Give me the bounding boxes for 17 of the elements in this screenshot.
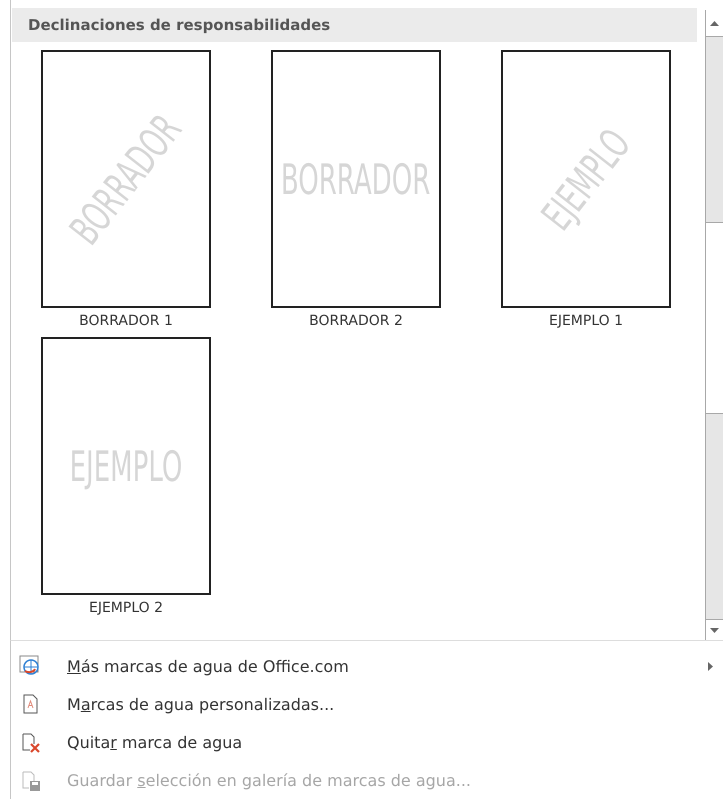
menu-label: Marcas de agua personalizadas...	[67, 694, 336, 714]
menu-item[interactable]: Más marcas de agua de Office.com	[11, 647, 723, 686]
thumbnail-label: EJEMPLO 2	[88, 599, 164, 618]
scroll-thumb[interactable]	[706, 222, 723, 414]
menu-label: Más marcas de agua de Office.com	[67, 656, 350, 676]
thumbnail-label: EJEMPLO 1	[548, 312, 624, 331]
scroll-up-icon[interactable]	[710, 20, 719, 26]
scrollbar[interactable]	[705, 10, 723, 640]
gallery-heading: Declinaciones de responsabilidades	[12, 8, 697, 42]
menu-item[interactable]: Quitar marca de agua	[11, 724, 723, 762]
menu-label: Guardar selección en galería de marcas de agua...	[67, 771, 472, 790]
scroll-down-icon[interactable]	[710, 628, 719, 632]
menu-label: Quitar marca de agua	[67, 733, 244, 752]
thumbnail-label: BORRADOR 1	[79, 312, 173, 331]
globe-icon	[19, 655, 41, 678]
thumbnail-label: BORRADOR 2	[309, 312, 403, 331]
menu-item[interactable]: Marcas de agua personalizadas...	[11, 685, 723, 724]
